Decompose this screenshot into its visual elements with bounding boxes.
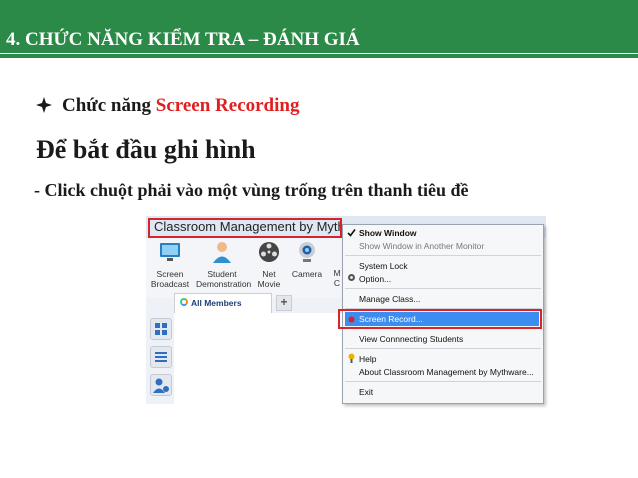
camera-icon	[299, 242, 315, 262]
checkmark-icon	[347, 229, 356, 237]
toolbar-label-line1: Screen	[156, 269, 184, 279]
bullet-line: Chức năng Screen Recording	[36, 95, 299, 117]
menu-separator	[345, 288, 541, 289]
menu-item-option[interactable]: Option...	[359, 274, 391, 284]
slide-header: 4. CHỨC NĂNG KIỂM TRA – ĐÁNH GIÁ	[0, 0, 638, 58]
toolbar-label-line1: Net	[262, 269, 276, 279]
list-view-button[interactable]	[150, 346, 172, 368]
header-divider	[0, 53, 638, 54]
toolbar-label-line2: Movie	[257, 279, 281, 289]
menu-item-help[interactable]: Help	[359, 354, 376, 364]
student-demonstration-icon	[213, 242, 231, 263]
diamond-bullet-icon	[36, 97, 52, 113]
menu-item-exit[interactable]: Exit	[359, 387, 373, 397]
option-gear-icon	[348, 274, 355, 281]
toolbar-label-line1: Student	[207, 269, 237, 279]
toolbar-label-line2: Demonstration	[196, 279, 252, 289]
student-demonstration-button[interactable]: Student Demonstration	[196, 240, 252, 289]
net-movie-button[interactable]: Net Movie	[252, 240, 286, 289]
screen-record-highlight-box	[338, 309, 542, 329]
menu-separator	[345, 255, 541, 256]
menu-item-manage-class[interactable]: Manage Class...	[359, 294, 420, 304]
net-movie-icon	[259, 242, 279, 262]
add-tab-button[interactable]: +	[276, 295, 292, 311]
camera-button[interactable]: Camera	[290, 240, 324, 279]
menu-separator	[345, 381, 541, 382]
screen-broadcast-button[interactable]: Screen Broadcast	[148, 240, 192, 289]
grid-view-icon	[155, 323, 167, 335]
section-heading: Để bắt đầu ghi hình	[36, 135, 256, 164]
bullet-prefix: Chức năng	[62, 95, 156, 116]
toolbar-label-line1: Camera	[291, 269, 323, 279]
thumbnail-view-button[interactable]	[150, 318, 172, 340]
instruction-text: - Click chuột phải vào một vùng trống tr…	[34, 180, 469, 200]
all-members-icon	[180, 298, 188, 306]
screen-broadcast-icon	[160, 243, 180, 261]
menu-item-about[interactable]: About Classroom Management by Mythware..…	[359, 367, 534, 377]
toolbar-label-line2: Broadcast	[150, 279, 190, 289]
list-view-icon	[155, 352, 167, 362]
menu-item-show-window[interactable]: Show Window	[359, 228, 417, 238]
menu-item-show-window-another-monitor[interactable]: Show Window in Another Monitor	[359, 241, 484, 251]
user-group-button[interactable]	[150, 374, 172, 396]
title-bar-highlight-box	[148, 218, 342, 238]
bullet-highlight: Screen Recording	[155, 95, 300, 116]
menu-item-view-connecting-students[interactable]: View Connnecting Students	[359, 334, 463, 344]
slide-title: 4. CHỨC NĂNG KIỂM TRA – ĐÁNH GIÁ	[6, 29, 360, 50]
help-icon	[348, 353, 355, 363]
menu-separator	[345, 348, 541, 349]
tab-all-members[interactable]: All Members	[174, 293, 272, 313]
user-group-icon	[153, 378, 169, 393]
menu-item-system-lock[interactable]: System Lock	[359, 261, 408, 271]
tab-label: All Members	[191, 298, 242, 308]
